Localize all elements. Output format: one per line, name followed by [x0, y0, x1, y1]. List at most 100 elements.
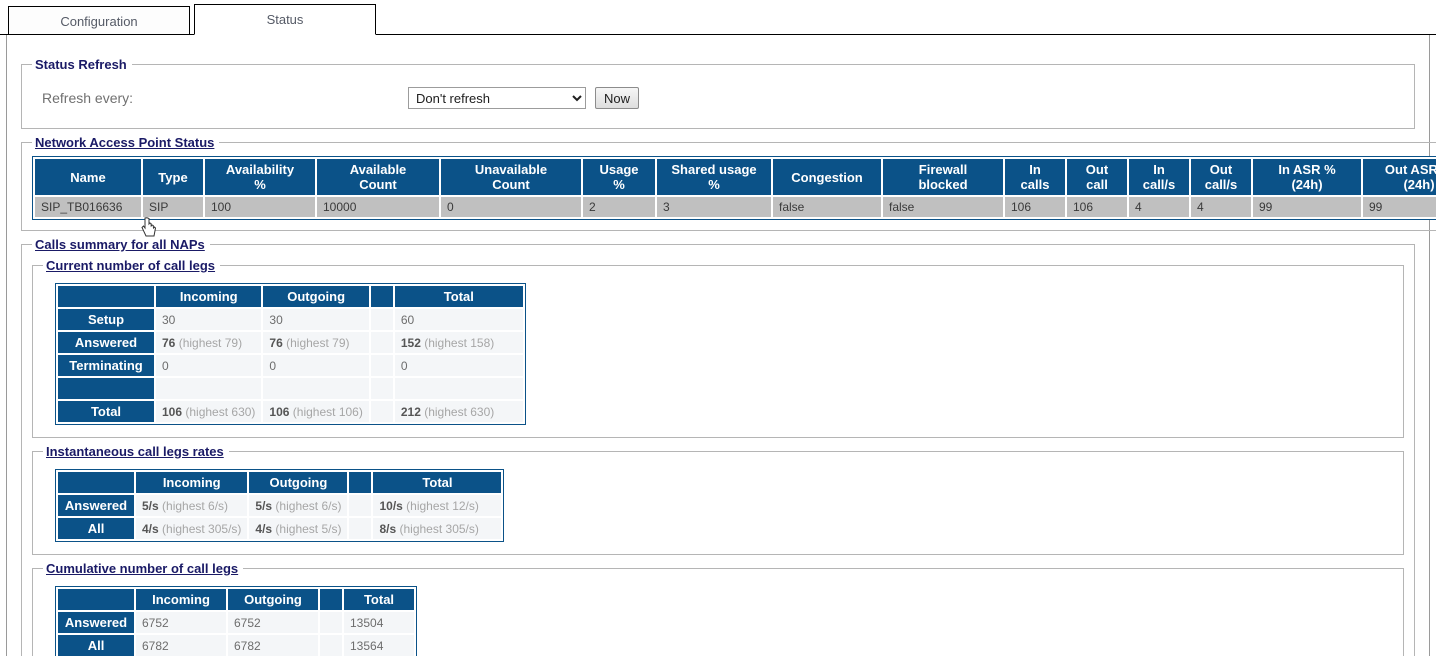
tab-status-label: Status	[266, 12, 304, 27]
nap-cell: false	[883, 197, 1003, 217]
data-cell: 212 (highest 630)	[394, 401, 523, 422]
cell-value: 6782	[142, 638, 169, 653]
column-header: Outgoing	[228, 589, 318, 610]
nap-table-body: SIP_TB016636 SIP 100 10000 0 2 3 false false 106 1…	[35, 197, 1436, 217]
data-cell: 0	[263, 355, 369, 376]
nap-column-header: Name	[35, 159, 141, 195]
page-content: Status Refresh Refresh every: Don't refr…	[6, 35, 1436, 656]
cell-value: 6752	[142, 615, 169, 630]
row-header: All	[58, 518, 134, 539]
table-row[interactable]: SIP_TB016636 SIP 100 10000 0 2 3 false false 106 1…	[35, 197, 1436, 217]
row-header: Answered	[58, 495, 134, 516]
cell-highest: (highest 305/s)	[158, 521, 242, 536]
cumulative-call-legs-table: Incoming Outgoing Total Answered 6752 6752 …	[55, 586, 417, 656]
cell-value: 5/s	[255, 498, 273, 513]
tab-configuration-label: Configuration	[60, 14, 138, 29]
cell-value: 76	[269, 335, 283, 350]
nap-column-header: In call/s	[1129, 159, 1189, 195]
cell-highest: (highest 79)	[282, 335, 350, 350]
data-cell: 6782	[228, 635, 318, 656]
column-header: Outgoing	[263, 286, 369, 307]
cell-highest: (highest 6/s)	[272, 498, 342, 513]
current-call-legs-table-wrap: Incoming Outgoing Total Setup 30 30 60 Answe…	[43, 279, 1393, 427]
data-cell	[156, 378, 262, 399]
cell-value: 0	[162, 358, 169, 373]
table-row: Answered 5/s (highest 6/s) 5/s (highest 6/…	[58, 495, 502, 516]
table-header-row: Incoming Outgoing Total	[58, 286, 523, 307]
column-header: Outgoing	[249, 472, 348, 493]
cell-value: 10/s	[379, 498, 403, 513]
cell-highest: (highest 305/s)	[396, 521, 479, 536]
nap-column-header: Unavailable Count	[441, 159, 581, 195]
nap-cell: 99	[1363, 197, 1436, 217]
column-header: Total	[344, 589, 414, 610]
status-refresh-section: Status Refresh Refresh every: Don't refr…	[21, 57, 1415, 129]
cell-value: 8/s	[379, 521, 397, 536]
data-cell: 30	[156, 309, 262, 330]
tab-bar: Configuration Status	[0, 0, 1436, 35]
data-cell: 10/s (highest 12/s)	[373, 495, 502, 516]
refresh-interval-select[interactable]: Don't refresh	[408, 87, 586, 109]
cell-value: 212	[400, 404, 421, 419]
data-cell: 152 (highest 158)	[394, 332, 523, 353]
nap-cell: SIP	[143, 197, 203, 217]
cell-highest: (highest 158)	[420, 335, 495, 350]
data-cell	[370, 401, 393, 422]
data-cell: 13564	[344, 635, 414, 656]
cell-value: 30	[162, 312, 176, 327]
row-header: Terminating	[58, 355, 154, 376]
nap-column-header: Usage%	[583, 159, 655, 195]
cell-value: 0	[400, 358, 408, 373]
tab-configuration[interactable]: Configuration	[8, 6, 190, 35]
app-root: Configuration Status Status Refresh Refr…	[0, 0, 1436, 656]
spacer-header	[58, 472, 134, 493]
nap-cell: 4	[1129, 197, 1189, 217]
nap-column-header: Availability%	[205, 159, 315, 195]
nap-cell: 99	[1253, 197, 1361, 217]
current-call-legs-section: Current number of call legs Incoming Outg…	[32, 258, 1404, 438]
spacer-header	[320, 589, 342, 610]
cell-value: 106	[269, 404, 290, 419]
nap-column-header: Shared usage%	[657, 159, 771, 195]
cell-value: 6782	[234, 638, 261, 653]
calls-summary-section: Calls summary for all NAPs Current numbe…	[21, 237, 1415, 656]
cumulative-call-legs-legend: Cumulative number of call legs	[46, 561, 239, 576]
data-cell: 8/s (highest 305/s)	[373, 518, 502, 539]
nap-column-header: Out call/s	[1191, 159, 1251, 195]
cell-value: 5/s	[142, 498, 159, 513]
data-cell: 106 (highest 106)	[263, 401, 369, 422]
instantaneous-rates-table: Incoming Outgoing Total Answered 5/s (high…	[55, 469, 505, 542]
table-header-row: Incoming Outgoing Total	[58, 472, 502, 493]
nap-cell: 3	[657, 197, 771, 217]
cell-value: 76	[162, 335, 176, 350]
cell-value: 13564	[350, 638, 384, 653]
cell-highest: (highest 12/s)	[402, 498, 479, 513]
refresh-every-label: Refresh every:	[42, 90, 134, 106]
data-cell	[349, 495, 372, 516]
instantaneous-rates-legend: Instantaneous call legs rates	[46, 444, 224, 459]
data-cell: 5/s (highest 6/s)	[249, 495, 348, 516]
spacer-header	[58, 286, 154, 307]
nap-column-header: Out ASR %(24h)	[1363, 159, 1436, 195]
nap-cell: 2	[583, 197, 655, 217]
data-cell: 60	[394, 309, 523, 330]
cell-highest: (highest 5/s)	[272, 521, 342, 536]
cell-highest: (highest 6/s)	[158, 498, 229, 513]
row-header: Total	[58, 401, 154, 422]
cell-value: 4/s	[255, 521, 273, 536]
cell-value: 6752	[234, 615, 261, 630]
cell-value: 152	[400, 335, 421, 350]
refresh-row: Refresh every: Don't refresh Now	[32, 78, 1404, 118]
spacer-header	[349, 472, 372, 493]
refresh-now-button[interactable]: Now	[595, 87, 640, 109]
data-cell: 30	[263, 309, 369, 330]
data-cell: 76 (highest 79)	[156, 332, 262, 353]
row-header: Answered	[58, 612, 134, 633]
tab-status[interactable]: Status	[194, 4, 376, 35]
cell-highest: (highest 106)	[289, 404, 363, 419]
nap-cell: 106	[1067, 197, 1127, 217]
cell-highest: (highest 630)	[182, 404, 256, 419]
data-cell: 6782	[136, 635, 226, 656]
data-cell: 4/s (highest 305/s)	[136, 518, 248, 539]
nap-cell: 100	[205, 197, 315, 217]
